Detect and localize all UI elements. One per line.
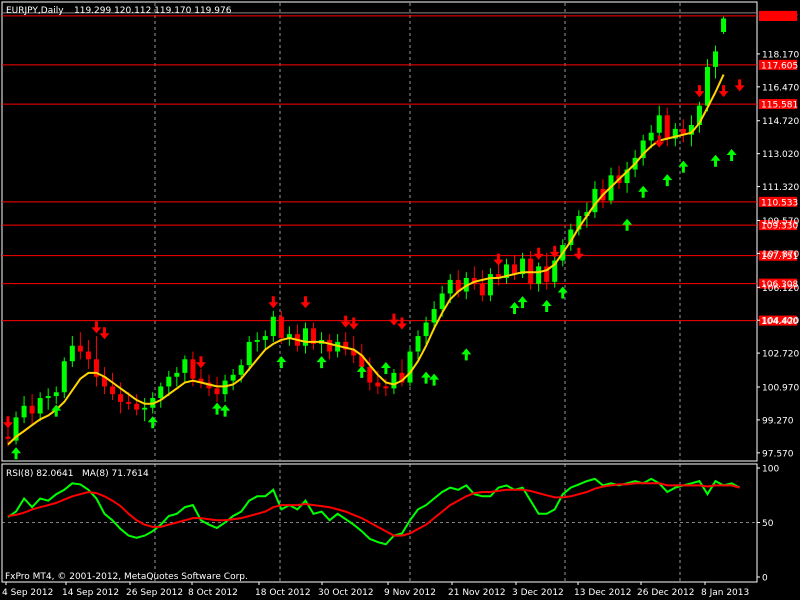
candle-body: [704, 66, 710, 106]
level-label: 110.533: [761, 198, 798, 208]
price-tick-label: 113.020: [762, 150, 799, 160]
candle-body: [648, 132, 654, 141]
candle-body: [69, 345, 75, 362]
date-tick-label: 3 Dec 2012: [512, 588, 564, 598]
candle-body: [383, 386, 389, 389]
rsi-tick-label: 100: [762, 465, 779, 475]
date-tick-label: 18 Oct 2012: [255, 588, 311, 598]
candle-body: [254, 339, 260, 342]
ohlc-label: 119.299 120.112 119.170 119.976: [74, 6, 232, 16]
candle-body: [134, 403, 140, 410]
price-tick-label: 102.720: [762, 350, 799, 360]
candle-body: [77, 345, 83, 352]
rsi-label: RSI(8) 82.0641: [6, 469, 73, 479]
candle-body: [721, 18, 727, 33]
candle-body: [53, 392, 59, 397]
candle-body: [190, 359, 196, 379]
candle-body: [512, 264, 518, 275]
date-tick-label: 13 Dec 2012: [574, 588, 632, 598]
candle-body: [479, 283, 485, 296]
candle-body: [656, 115, 662, 133]
candle-body: [166, 376, 172, 387]
date-tick-label: 4 Sep 2012: [2, 588, 53, 598]
candle-body: [391, 372, 397, 389]
price-tick-label: 109.570: [762, 217, 799, 227]
date-tick-label: 14 Sep 2012: [62, 588, 119, 598]
candle-body: [262, 336, 268, 340]
level-label: 115.581: [761, 101, 798, 111]
candle-body: [230, 374, 236, 381]
price-tick-label: 118.170: [762, 50, 799, 60]
price-tick-label: 97.570: [762, 449, 794, 459]
candle-body: [536, 266, 542, 284]
candle-body: [367, 367, 373, 383]
candle-body: [174, 372, 180, 377]
rsi-tick-label: 50: [762, 519, 774, 529]
price-tick-label: 100.970: [762, 383, 799, 393]
candle-body: [61, 361, 67, 393]
candle-body: [415, 336, 421, 352]
candle-body: [126, 401, 132, 404]
candle-body: [431, 308, 437, 323]
candle-body: [528, 258, 534, 284]
candle-body: [238, 365, 244, 375]
copyright-label: FxPro MT4, © 2001-2012, MetaQuotes Softw…: [5, 572, 248, 582]
price-tick-label: 99.270: [762, 416, 794, 426]
price-tick-label: 107.870: [762, 250, 799, 260]
candle-body: [375, 382, 381, 387]
symbol-label: EURJPY,Daily: [6, 6, 64, 16]
candle-body: [182, 359, 188, 373]
candle-body: [110, 386, 116, 395]
price-tick-label: 104.420: [762, 317, 799, 327]
candle-body: [270, 316, 276, 337]
level-label: 117.605: [761, 61, 798, 71]
candle-body: [407, 351, 413, 383]
date-tick-label: 30 Oct 2012: [318, 588, 374, 598]
candle-body: [713, 51, 719, 67]
candle-body: [158, 386, 164, 399]
candle-body: [439, 293, 445, 309]
date-tick-label: 9 Nov 2012: [384, 588, 436, 598]
candle-body: [664, 115, 670, 139]
candle-body: [5, 436, 11, 439]
candle-body: [29, 405, 35, 414]
date-tick-label: 8 Oct 2012: [188, 588, 238, 598]
date-tick-label: 21 Nov 2012: [448, 588, 506, 598]
candle-body: [246, 341, 252, 366]
date-tick-label: 26 Sep 2012: [126, 588, 183, 598]
candle-body: [327, 339, 333, 352]
candle-body: [142, 407, 148, 410]
candle-body: [447, 279, 453, 294]
candle-body: [85, 351, 91, 360]
price-tick-label: 116.470: [762, 83, 799, 93]
date-tick-label: 8 Jan 2013: [701, 588, 749, 598]
candle-body: [45, 396, 51, 399]
candle-body: [302, 328, 308, 346]
date-tick-label: 26 Dec 2012: [637, 588, 695, 598]
price-tick-label: 111.320: [762, 183, 799, 193]
rsi-tick-label: 0: [762, 574, 768, 584]
price-tick-label: 114.720: [762, 117, 799, 127]
candle-body: [118, 394, 124, 402]
candle-body: [214, 388, 220, 395]
candle-body: [37, 398, 43, 414]
rsi-ma-label: MA(8) 71.7614: [82, 469, 149, 479]
current-price-box: [759, 10, 797, 21]
candle-body: [278, 316, 284, 339]
candle-body: [423, 322, 429, 337]
candle-body: [21, 405, 27, 418]
price-tick-label: 106.120: [762, 284, 799, 294]
chart-window[interactable]: 120.132117.605115.581110.533109.330107.7…: [0, 0, 800, 600]
